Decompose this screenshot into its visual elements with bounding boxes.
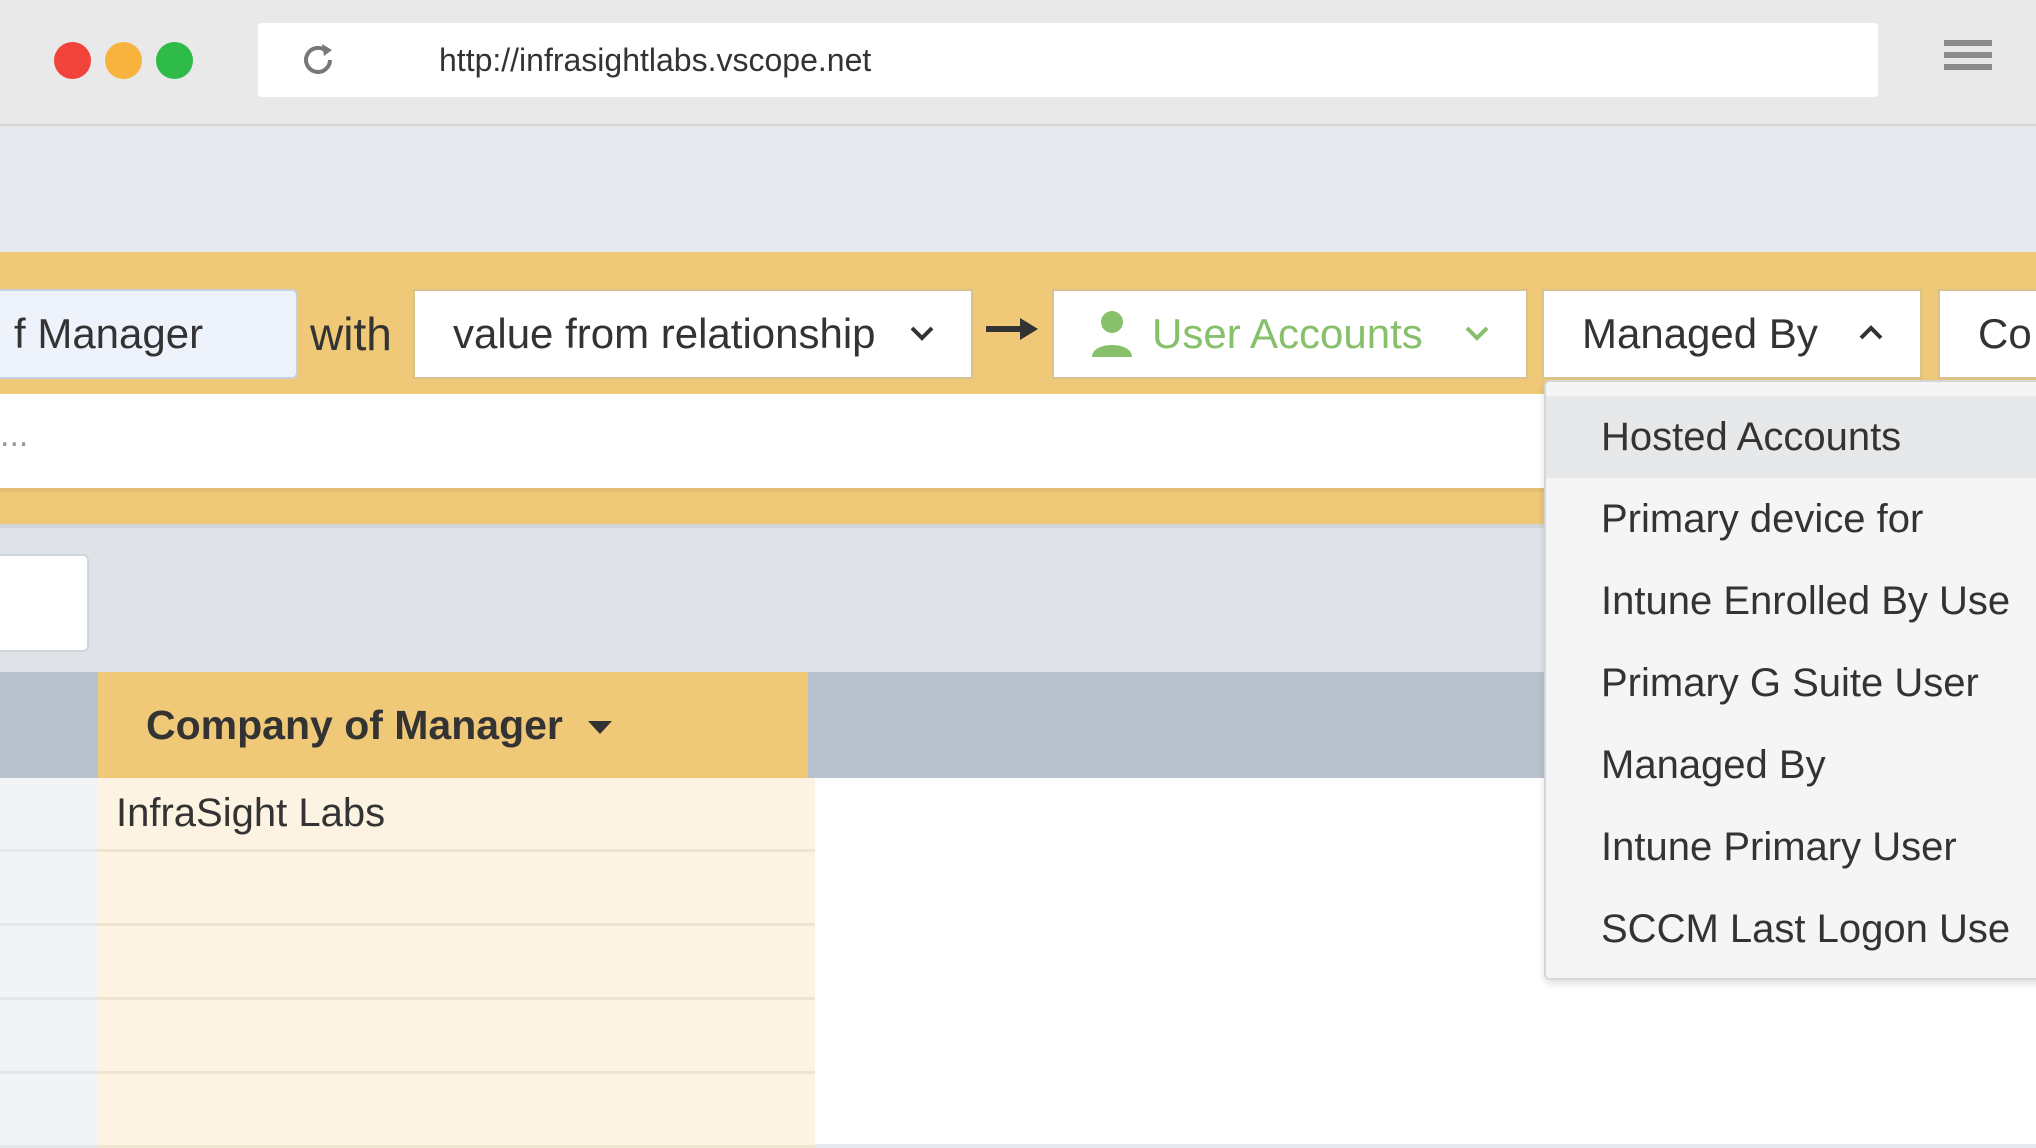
filter-input[interactable] — [0, 554, 89, 652]
search-ellipsis: ... — [0, 416, 29, 454]
row-index-cell — [0, 926, 98, 1000]
browser-chrome: http://infrasightlabs.vscope.net — [0, 0, 2036, 126]
table-header-rest — [808, 672, 1550, 778]
target-select[interactable]: User Accounts — [1052, 289, 1528, 379]
relationship-dropdown-menu: Hosted Accounts Primary device for Intun… — [1544, 380, 2036, 980]
close-window-button[interactable] — [54, 42, 91, 79]
arrow-right-icon — [986, 318, 1038, 340]
table-row[interactable] — [0, 1000, 815, 1074]
dropdown-item-primary-device-for[interactable]: Primary device for — [1546, 478, 2036, 560]
row-index-cell — [0, 852, 98, 926]
table-row[interactable] — [0, 852, 815, 926]
minimize-window-button[interactable] — [105, 42, 142, 79]
row-index-cell — [0, 778, 98, 852]
table-row[interactable]: InfraSight Labs — [0, 778, 815, 852]
company-cell[interactable]: InfraSight Labs — [98, 778, 815, 852]
address-bar[interactable]: http://infrasightlabs.vscope.net — [258, 23, 1878, 97]
dropdown-item-intune-enrolled-by-user[interactable]: Intune Enrolled By Use — [1546, 560, 2036, 642]
hamburger-menu-icon[interactable] — [1944, 40, 1992, 80]
company-cell[interactable] — [98, 1074, 815, 1148]
reload-icon[interactable] — [298, 40, 338, 80]
target-select-label: User Accounts — [1152, 310, 1423, 357]
toolbar-bottom-strip — [0, 492, 1550, 524]
dropdown-item-primary-g-suite-user[interactable]: Primary G Suite User — [1546, 642, 2036, 724]
filter-row — [0, 524, 1550, 676]
page-header-band — [0, 126, 2036, 252]
dropdown-item-intune-primary-user[interactable]: Intune Primary User — [1546, 806, 2036, 888]
table-header-spacer — [0, 672, 98, 778]
mode-select-label: value from relationship — [453, 310, 876, 357]
dropdown-item-hosted-accounts[interactable]: Hosted Accounts — [1546, 396, 2036, 478]
zoom-window-button[interactable] — [156, 42, 193, 79]
row-index-cell — [0, 1074, 98, 1148]
company-cell[interactable] — [98, 926, 815, 1000]
url-text[interactable]: http://infrasightlabs.vscope.net — [439, 23, 871, 97]
row-index-cell — [0, 1000, 98, 1074]
chevron-up-icon — [1859, 325, 1883, 340]
user-icon — [1092, 311, 1132, 357]
mode-select[interactable]: value from relationship — [413, 289, 973, 379]
column-header-company-of-manager[interactable]: Company of Manager — [98, 672, 808, 778]
with-label: with — [310, 308, 392, 360]
search-row[interactable]: ... — [0, 394, 1550, 492]
relationship-select-label: Managed By — [1582, 310, 1818, 357]
dropdown-item-managed-by[interactable]: Managed By — [1546, 724, 2036, 806]
company-cell[interactable] — [98, 1000, 815, 1074]
column-header-label: Company of Manager — [146, 702, 563, 748]
chevron-down-icon — [1465, 326, 1489, 341]
next-field[interactable]: Co — [1938, 289, 2036, 379]
table-row[interactable] — [0, 1074, 815, 1148]
table-row[interactable] — [0, 926, 815, 1000]
company-cell[interactable] — [98, 852, 815, 926]
property-field[interactable]: f Manager — [0, 289, 298, 379]
relationship-select[interactable]: Managed By — [1542, 289, 1922, 379]
chevron-down-icon — [910, 326, 934, 341]
caret-down-icon — [588, 721, 613, 735]
dropdown-item-sccm-last-logon-user[interactable]: SCCM Last Logon Use — [1546, 888, 2036, 970]
